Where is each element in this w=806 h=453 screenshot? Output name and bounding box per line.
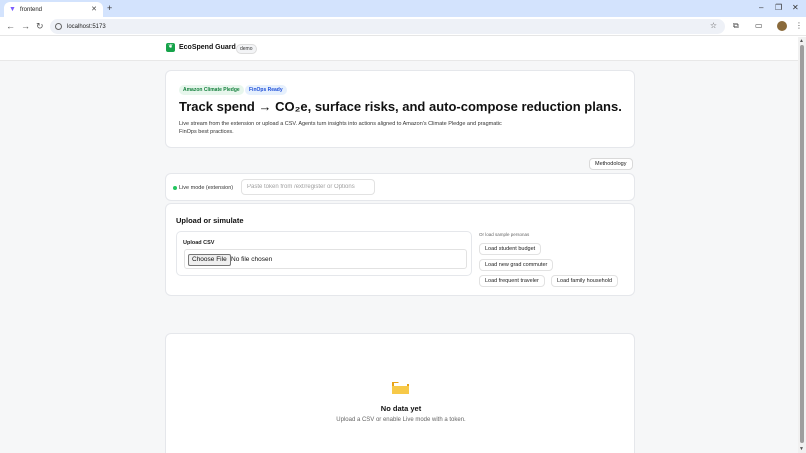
- live-mode-label: Live mode (extension): [179, 185, 234, 191]
- persona-student-button[interactable]: Load student budget: [479, 243, 542, 255]
- site-info-icon[interactable]: [55, 23, 62, 30]
- empty-state-description: Upload a CSV or enable Live mode with a …: [336, 417, 466, 423]
- csv-label: Upload CSV: [183, 240, 215, 246]
- hero-description: Live stream from the extension or upload…: [179, 121, 502, 135]
- close-tab-icon[interactable]: ✕: [91, 5, 97, 13]
- new-tab-icon[interactable]: +: [107, 3, 112, 13]
- side-panel-icon[interactable]: ▭: [755, 21, 763, 31]
- restore-icon[interactable]: ❐: [775, 3, 782, 13]
- methodology-button[interactable]: Methodology: [589, 158, 633, 170]
- csv-upload-box: Upload CSV Choose File No file chosen: [176, 231, 472, 276]
- persona-traveler-button[interactable]: Load frequent traveler: [479, 275, 545, 287]
- live-status-dot: [173, 186, 177, 190]
- folder-icon: [392, 382, 409, 394]
- upload-card: Upload or simulate Upload CSV Choose Fil…: [165, 203, 635, 296]
- empty-state-title: No data yet: [380, 404, 422, 413]
- minimize-icon[interactable]: –: [759, 3, 763, 13]
- persona-commuter-button[interactable]: Load new grad commuter: [479, 259, 554, 271]
- browser-menu-icon[interactable]: ⋮: [795, 21, 803, 31]
- scroll-up-icon[interactable]: ▲: [799, 38, 804, 44]
- live-mode-card: Live mode (extension): [165, 173, 635, 201]
- token-input[interactable]: [241, 179, 375, 195]
- profile-avatar[interactable]: [777, 21, 787, 31]
- app-header: ❦ EcoSpend Guard demo: [0, 37, 798, 61]
- address-bar[interactable]: localhost:5173 ☆: [50, 19, 725, 34]
- extensions-icon[interactable]: ⧉: [733, 21, 739, 31]
- choose-file-button[interactable]: Choose File: [188, 254, 231, 266]
- hero-title: Track spend → CO₂e, surface risks, and a…: [179, 99, 622, 114]
- personas-title: Or load sample personas: [479, 232, 530, 237]
- reload-icon[interactable]: ↻: [36, 20, 44, 32]
- persona-family-button[interactable]: Load family household: [551, 275, 619, 287]
- browser-tab[interactable]: ▼ frontend ✕: [4, 2, 103, 17]
- leaf-logo-icon: ❦: [166, 43, 175, 52]
- page-scrollbar[interactable]: ▲ ▼: [798, 37, 806, 453]
- browser-tab-bar: ▼ frontend ✕ + – ❐ ✕: [0, 0, 806, 17]
- address-url: localhost:5173: [67, 23, 106, 30]
- bookmark-star-icon[interactable]: ☆: [710, 21, 717, 30]
- scrollbar-thumb[interactable]: [800, 45, 804, 443]
- vite-favicon-icon: ▼: [9, 6, 16, 13]
- scroll-down-icon[interactable]: ▼: [799, 446, 804, 452]
- page: ❦ EcoSpend Guard demo Amazon Climate Ple…: [0, 37, 798, 453]
- env-badge: demo: [236, 44, 257, 54]
- upload-title: Upload or simulate: [176, 216, 244, 225]
- tab-title: frontend: [20, 6, 43, 13]
- badge-finops: FinOps Ready: [245, 85, 287, 95]
- empty-state-card: No data yet Upload a CSV or enable Live …: [165, 333, 635, 453]
- file-input[interactable]: Choose File No file chosen: [184, 249, 467, 269]
- browser-toolbar: ← → ↻ localhost:5173 ☆ ⧉ ▭ ⋮: [0, 17, 806, 36]
- forward-icon[interactable]: →: [21, 20, 30, 32]
- file-status: No file chosen: [231, 256, 273, 263]
- hero-card: Amazon Climate Pledge FinOps Ready Track…: [165, 70, 635, 148]
- close-window-icon[interactable]: ✕: [792, 3, 799, 13]
- brand-name: EcoSpend Guard: [179, 44, 236, 51]
- back-icon[interactable]: ←: [6, 20, 15, 32]
- badge-climate-pledge: Amazon Climate Pledge: [179, 85, 244, 95]
